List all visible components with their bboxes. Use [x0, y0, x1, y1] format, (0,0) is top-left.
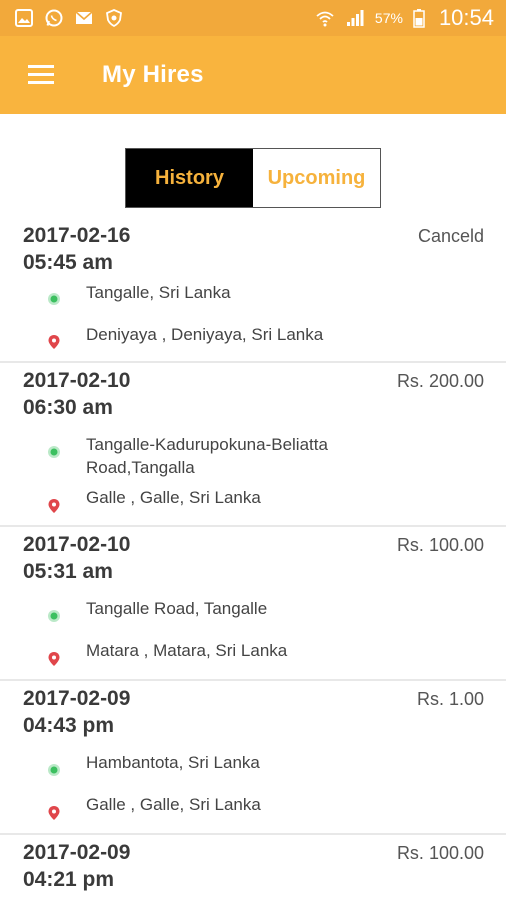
system-icons: 57% 10:54 [315, 5, 494, 31]
tab-history[interactable]: History [126, 149, 253, 207]
hires-list: 2017-02-16 05:45 am Canceld Tangalle, Sr… [0, 218, 506, 910]
pickup-location: Tangalle Road, Tangalle [86, 599, 268, 618]
wifi-icon [315, 8, 335, 28]
mail-icon [74, 8, 94, 28]
hire-time: 04:43 pm [23, 714, 115, 737]
signal-icon [345, 8, 365, 28]
pickup-dot-icon [46, 443, 62, 461]
battery-icon [413, 8, 425, 28]
hire-amount: Rs. 200.00 [396, 371, 484, 391]
battery-percent: 57% [374, 10, 403, 26]
hire-item[interactable]: 2017-02-09 04:21 pm Rs. 100.00 [0, 835, 506, 910]
dropoff-location: Matara , Matara, Sri Lanka [86, 641, 288, 660]
pickup-dot-icon [46, 761, 62, 779]
dropoff-pin-icon [46, 804, 62, 822]
dropoff-location: Galle , Galle, Sri Lanka [86, 795, 261, 814]
dropoff-pin-icon [46, 650, 62, 668]
whatsapp-icon [44, 8, 64, 28]
hire-date: 2017-02-09 [23, 687, 131, 710]
dropoff-location: Galle , Galle, Sri Lanka [86, 488, 261, 507]
pickup-location: Hambantota, Sri Lanka [86, 753, 260, 772]
dropoff-location: Deniyaya , Deniyaya, Sri Lanka [86, 325, 324, 344]
hire-amount: Rs. 100.00 [396, 843, 484, 863]
hire-time: 06:30 am [23, 396, 113, 419]
notification-icons [14, 8, 124, 28]
gallery-icon [14, 8, 34, 28]
status-bar: 57% 10:54 [0, 0, 506, 36]
hire-item[interactable]: 2017-02-16 05:45 am Canceld Tangalle, Sr… [0, 218, 506, 363]
dropoff-pin-icon [46, 333, 62, 351]
hire-item[interactable]: 2017-02-09 04:43 pm Rs. 1.00 Hambantota,… [0, 681, 506, 835]
hire-date: 2017-02-16 [23, 224, 131, 247]
pickup-dot-icon [46, 290, 62, 308]
hire-time: 05:31 am [23, 560, 113, 583]
hire-time: 05:45 am [23, 251, 113, 274]
hire-status: Canceld [417, 226, 484, 246]
clock: 10:54 [438, 5, 494, 30]
hire-date: 2017-02-10 [23, 533, 131, 556]
hire-amount: Rs. 1.00 [416, 689, 484, 709]
hire-time: 04:21 pm [23, 868, 115, 891]
tab-upcoming[interactable]: Upcoming [253, 149, 380, 207]
pickup-dot-icon [46, 607, 62, 625]
dropoff-pin-icon [46, 497, 62, 515]
page-title: My Hires [102, 61, 204, 88]
pickup-location: Tangalle-Kadurupokuna-Beliatta Road,Tang… [86, 435, 328, 477]
hamburger-menu-icon[interactable] [16, 50, 66, 100]
hire-item[interactable]: 2017-02-10 06:30 am Rs. 200.00 Tangalle-… [0, 363, 506, 527]
app-bar: My Hires [0, 36, 506, 114]
hire-item[interactable]: 2017-02-10 05:31 am Rs. 100.00 Tangalle … [0, 527, 506, 681]
hire-date: 2017-02-09 [23, 841, 131, 864]
pickup-location: Tangalle, Sri Lanka [86, 283, 231, 302]
hire-date: 2017-02-10 [23, 369, 131, 392]
hire-amount: Rs. 100.00 [396, 535, 484, 555]
hires-tab-switch: History Upcoming [125, 148, 381, 208]
shield-icon [104, 8, 124, 28]
